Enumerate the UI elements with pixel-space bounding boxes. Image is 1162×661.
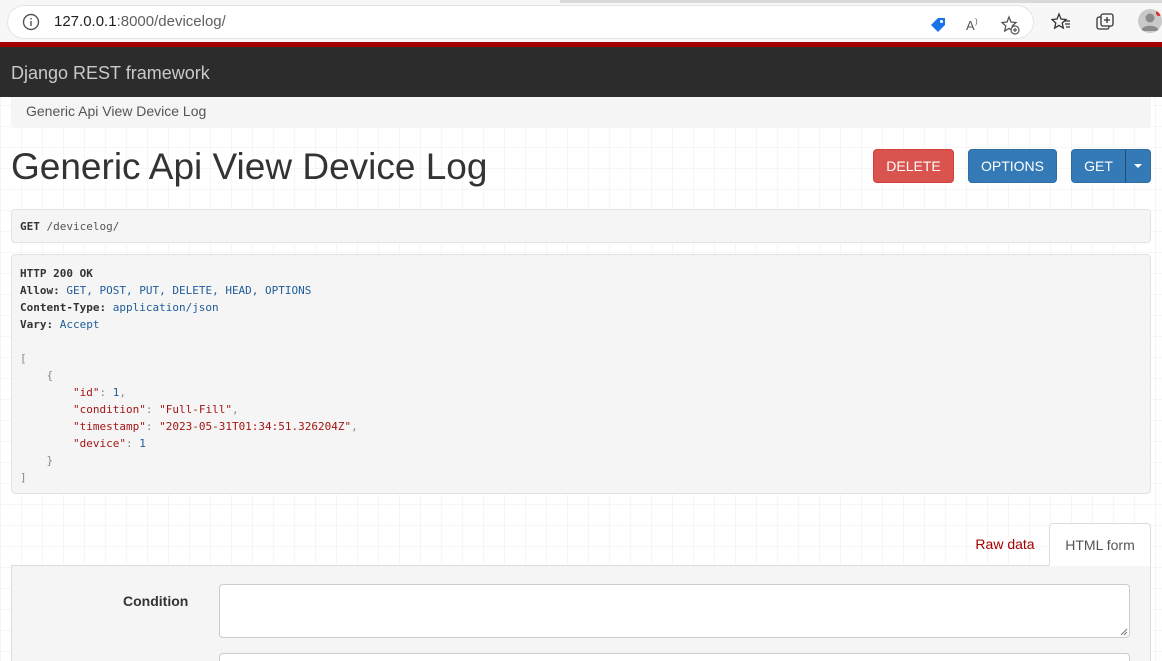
breadcrumb-item[interactable]: Generic Api View Device Log	[26, 103, 206, 119]
page-title: Generic Api View Device Log	[11, 146, 488, 187]
json-device-value: 1	[139, 437, 146, 450]
add-favorite-icon[interactable]	[1000, 15, 1020, 35]
url-host: 127.0.0.1	[54, 13, 117, 30]
header-name: Content-Type:	[20, 301, 107, 314]
url-text[interactable]: 127.0.0.1:8000/devicelog/	[54, 13, 226, 30]
collections-icon[interactable]	[1095, 12, 1115, 32]
get-format-dropdown-button[interactable]	[1125, 149, 1151, 183]
svg-text:A: A	[966, 18, 975, 33]
browser-toolbar: 127.0.0.1:8000/devicelog/ A )	[0, 0, 1162, 43]
header-name: Allow:	[20, 284, 60, 297]
coupon-tag-icon[interactable]	[928, 15, 948, 35]
navbar-brand[interactable]: Django REST framework	[11, 63, 210, 84]
svg-text:): )	[975, 17, 978, 26]
address-bar[interactable]: 127.0.0.1:8000/devicelog/ A )	[8, 6, 1033, 38]
json-timestamp-value: "2023-05-31T01:34:51.326204Z"	[159, 420, 352, 433]
request-line: GET /devicelog/	[20, 220, 119, 233]
read-aloud-icon[interactable]: A )	[964, 15, 984, 35]
profile-avatar[interactable]	[1138, 9, 1162, 33]
response-status: HTTP 200 OK	[20, 267, 93, 280]
header-value: GET, POST, PUT, DELETE, HEAD, OPTIONS	[66, 284, 312, 297]
condition-field[interactable]	[219, 584, 1130, 638]
header-value: application/json	[112, 301, 219, 314]
options-button[interactable]: OPTIONS	[968, 149, 1057, 183]
caret-down-icon	[1134, 164, 1142, 168]
condition-label: Condition	[123, 593, 189, 609]
next-field[interactable]	[219, 653, 1130, 661]
navbar: Django REST framework	[0, 42, 1162, 97]
response-content: HTTP 200 OK Allow: GET, POST, PUT, DELET…	[20, 267, 358, 484]
tab-raw-data[interactable]: Raw data	[962, 523, 1048, 565]
request-info: GET /devicelog/	[11, 209, 1151, 243]
header-name: Vary:	[20, 318, 54, 331]
header-value: Accept	[59, 318, 100, 331]
request-path: /devicelog/	[46, 220, 120, 233]
notification-dot	[1156, 10, 1162, 16]
request-method: GET	[20, 220, 40, 233]
favorites-icon[interactable]	[1051, 12, 1071, 32]
get-button[interactable]: GET	[1071, 149, 1126, 183]
tab-html-form[interactable]: HTML form	[1049, 523, 1151, 566]
url-path: :8000/devicelog/	[116, 13, 226, 30]
tab-strip-edge	[560, 0, 1162, 3]
breadcrumb: Generic Api View Device Log	[11, 97, 1151, 128]
response-info: HTTP 200 OK Allow: GET, POST, PUT, DELET…	[11, 254, 1151, 494]
resize-grip-icon[interactable]	[1120, 628, 1128, 636]
delete-button[interactable]: DELETE	[873, 149, 954, 183]
info-icon[interactable]	[22, 13, 40, 31]
json-condition-value: "Full-Fill"	[159, 403, 232, 416]
